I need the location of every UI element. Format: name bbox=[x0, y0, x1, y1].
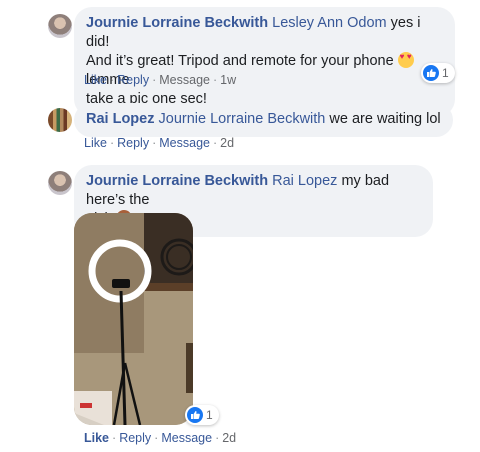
heart-eyes-emoji-icon bbox=[397, 52, 414, 68]
like-link[interactable]: Like bbox=[84, 136, 107, 150]
avatar[interactable] bbox=[48, 108, 72, 132]
comment-actions: Like · Reply · Message · 2d bbox=[84, 431, 237, 445]
comment-text: we are waiting lol bbox=[325, 111, 441, 127]
reaction-count: 1 bbox=[206, 408, 213, 422]
comment-mention[interactable]: Journie Lorraine Beckwith bbox=[159, 111, 326, 127]
comment-bubble: Rai Lopez Journie Lorraine Beckwith we a… bbox=[74, 103, 453, 137]
like-link[interactable]: Like bbox=[84, 73, 107, 87]
comment-author[interactable]: Journie Lorraine Beckwith bbox=[86, 15, 268, 31]
timestamp[interactable]: 1w bbox=[220, 73, 236, 87]
comment-mention[interactable]: Lesley Ann Odom bbox=[272, 15, 386, 31]
reply-link[interactable]: Reply bbox=[117, 136, 149, 150]
like-reaction-icon bbox=[423, 65, 439, 81]
comment-bubble: Journie Lorraine Beckwith Lesley Ann Odo… bbox=[74, 7, 455, 117]
ring-light-tripod-photo[interactable] bbox=[74, 213, 193, 425]
reaction-badge[interactable]: 1 bbox=[185, 405, 219, 425]
message-link[interactable]: Message bbox=[159, 73, 210, 87]
reaction-count: 1 bbox=[442, 66, 449, 80]
avatar[interactable] bbox=[48, 171, 72, 195]
comment-actions: Like · Reply · Message · 1w bbox=[84, 73, 237, 87]
comment-text: And it’s great! Tripod and remote for yo… bbox=[86, 53, 398, 69]
message-link[interactable]: Message bbox=[159, 136, 210, 150]
reply-link[interactable]: Reply bbox=[117, 73, 149, 87]
message-link[interactable]: Message bbox=[161, 431, 212, 445]
comment-actions: Like · Reply · Message · 2d bbox=[84, 136, 235, 150]
timestamp[interactable]: 2d bbox=[222, 431, 236, 445]
avatar[interactable] bbox=[48, 14, 72, 38]
comment-author[interactable]: Journie Lorraine Beckwith bbox=[86, 173, 268, 189]
reply-link[interactable]: Reply bbox=[119, 431, 151, 445]
comment-author[interactable]: Rai Lopez bbox=[86, 111, 154, 127]
like-reaction-icon bbox=[187, 407, 203, 423]
comment-mention[interactable]: Rai Lopez bbox=[272, 173, 337, 189]
timestamp[interactable]: 2d bbox=[220, 136, 234, 150]
like-link[interactable]: Like bbox=[84, 431, 109, 445]
reaction-badge[interactable]: 1 bbox=[421, 63, 455, 83]
